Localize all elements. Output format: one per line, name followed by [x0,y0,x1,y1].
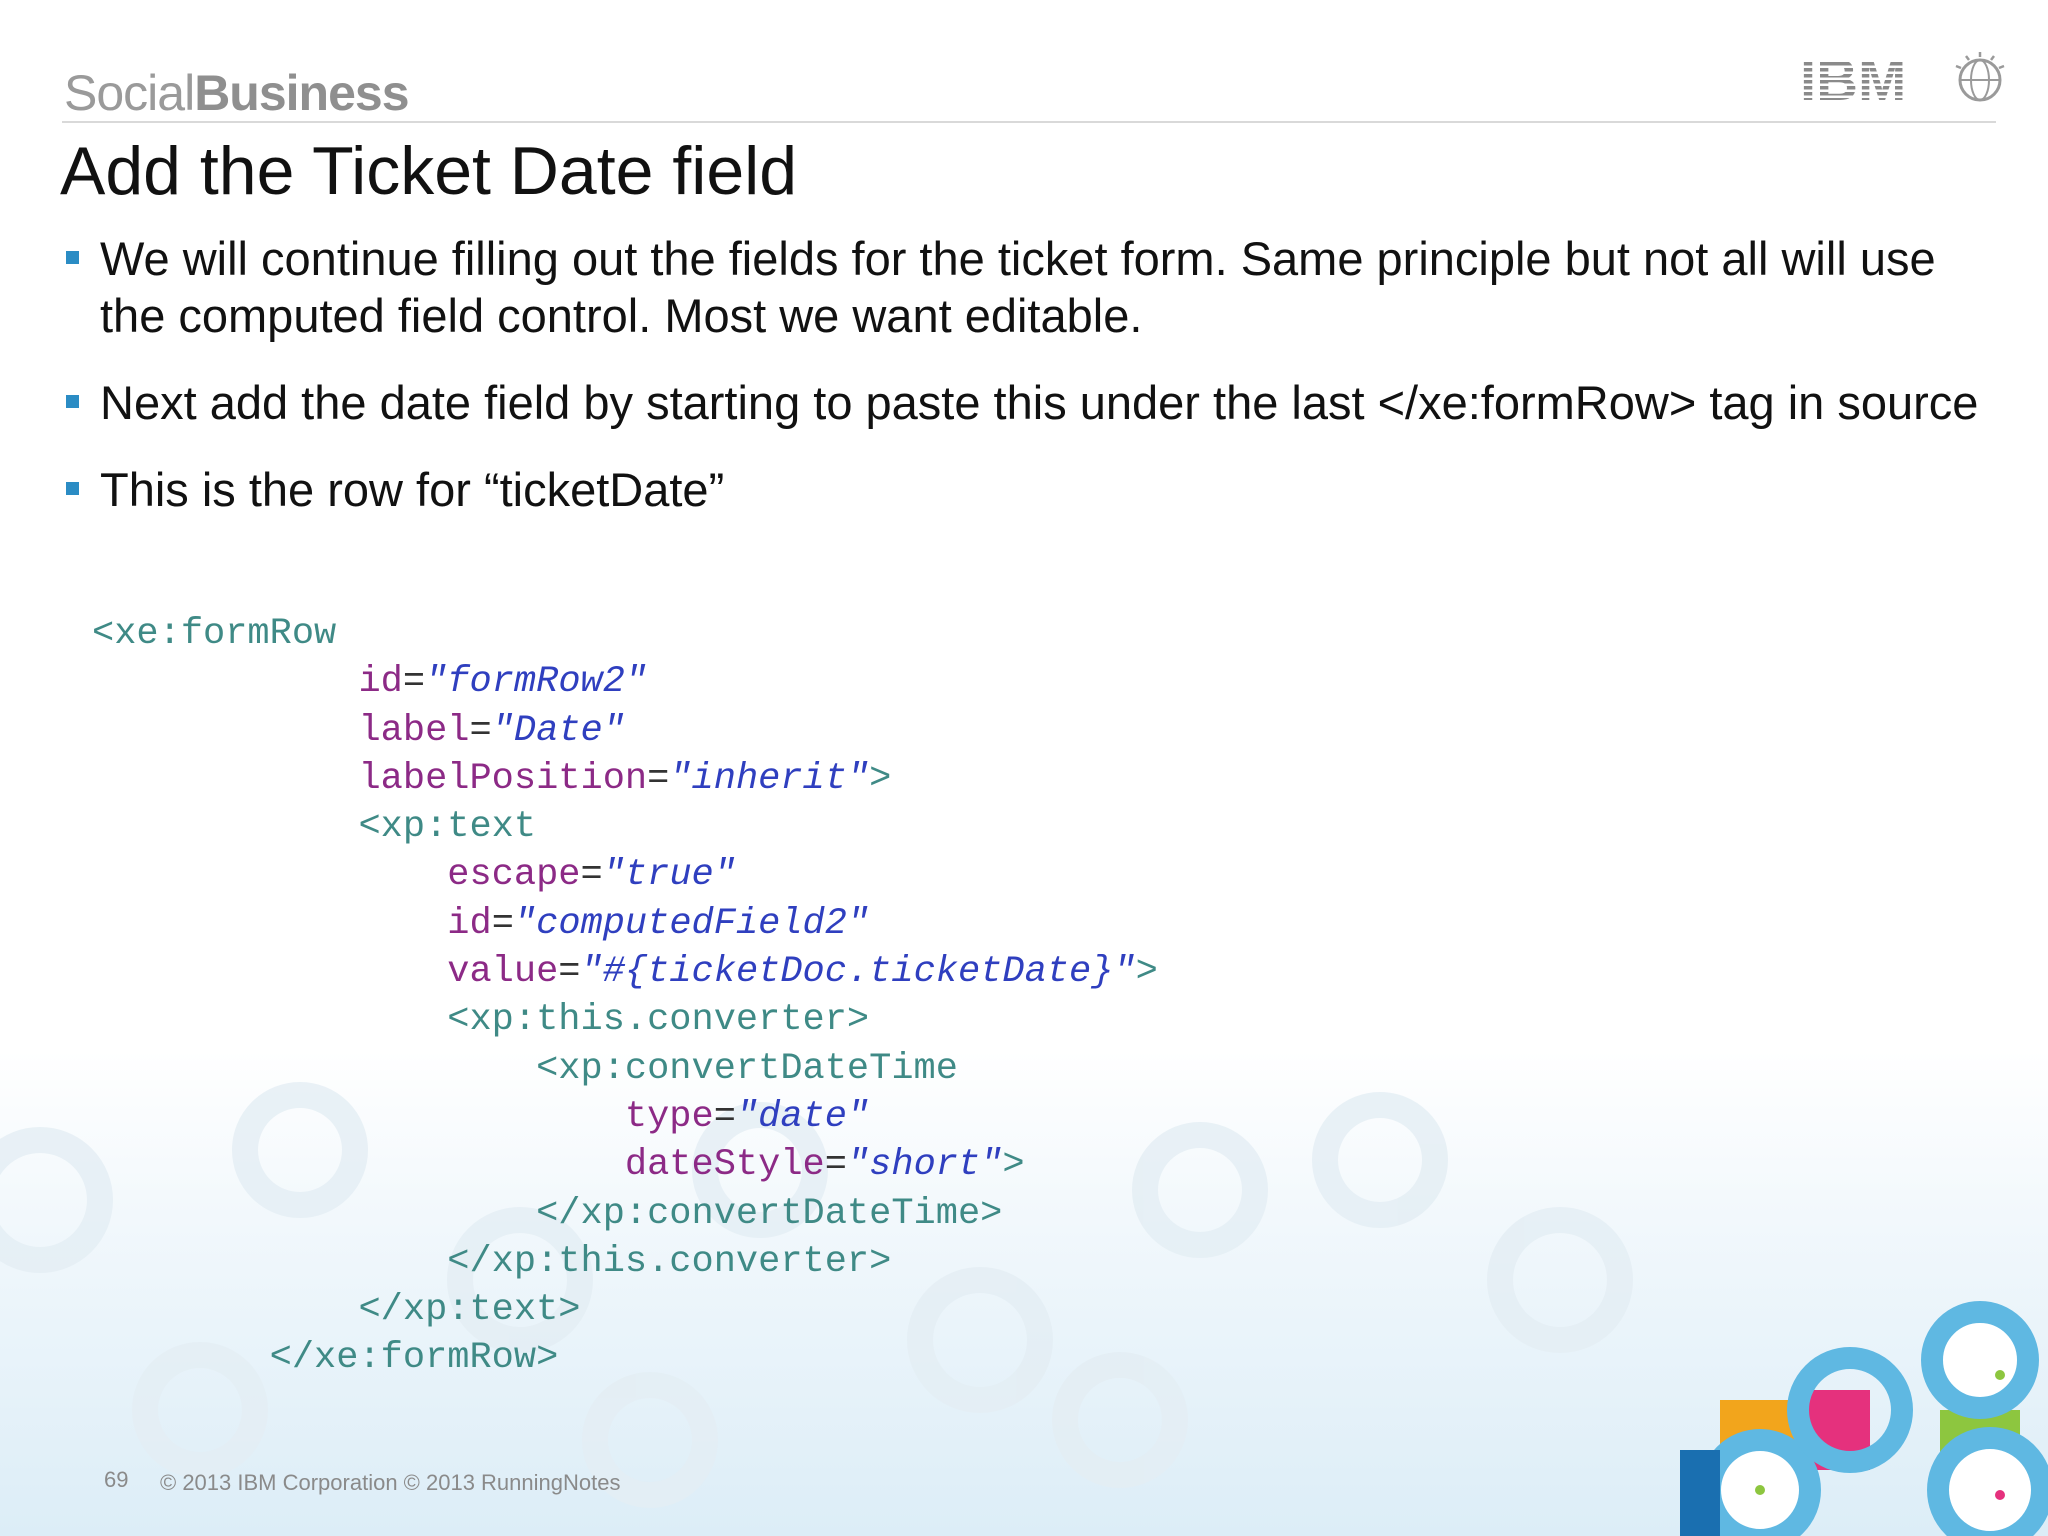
code-line: <xe:formRow [92,613,337,655]
bullet-text: Next add the date field by starting to p… [100,376,1979,429]
code-line: </xp:this.converter> [447,1240,892,1283]
code-line: labelPosition="inherit"> [358,757,892,800]
code-line: label="Date" [358,709,625,752]
code-line: </xe:formRow> [269,1337,559,1380]
code-line: type="date" [624,1095,870,1138]
bullet-text: This is the row for “ticketDate” [100,463,725,516]
bullet-square-icon [66,482,79,495]
colorful-circles-decoration [1680,1301,2048,1536]
bullet-square-icon [66,251,79,264]
code-line: <xp:this.converter> [447,999,870,1042]
code-line: value="#{ticketDoc.ticketDate}"> [447,951,1158,994]
brand-light-text: Social [64,65,195,121]
code-line: id="computedField2" [447,902,870,945]
header-divider [62,121,1996,123]
bullet-text: We will continue filling out the fields … [100,232,1936,342]
page-number: 69 [104,1467,129,1492]
copyright-text: © 2013 IBM Corporation © 2013 RunningNot… [160,1470,621,1495]
code-line: </xp:text> [358,1289,581,1332]
globe-icon [1955,52,2005,102]
bullet-square-icon [66,395,79,408]
bullet-list: We will continue filling out the fields … [64,230,1994,548]
code-line: </xp:convertDateTime> [536,1192,1003,1235]
code-line: escape="true" [447,854,736,897]
social-business-brand: SocialBusiness [64,64,410,122]
code-block: <xe:formRow id="formRow2" label="Date" l… [92,610,1158,1383]
bullet-item: Next add the date field by starting to p… [64,374,1994,431]
code-line: id="formRow2" [358,661,648,704]
ibm-logo-text: IBM [1800,50,1906,110]
ibm-logo: IBM [1800,50,2005,110]
bullet-item: This is the row for “ticketDate” [64,461,1994,518]
slide-title: Add the Ticket Date field [60,133,798,209]
code-line: <xp:convertDateTime [536,1047,958,1090]
code-line: <xp:text [358,806,537,849]
brand-bold-text: Business [194,65,409,121]
bullet-item: We will continue filling out the fields … [64,230,1994,344]
code-line: dateStyle="short"> [624,1144,1025,1187]
